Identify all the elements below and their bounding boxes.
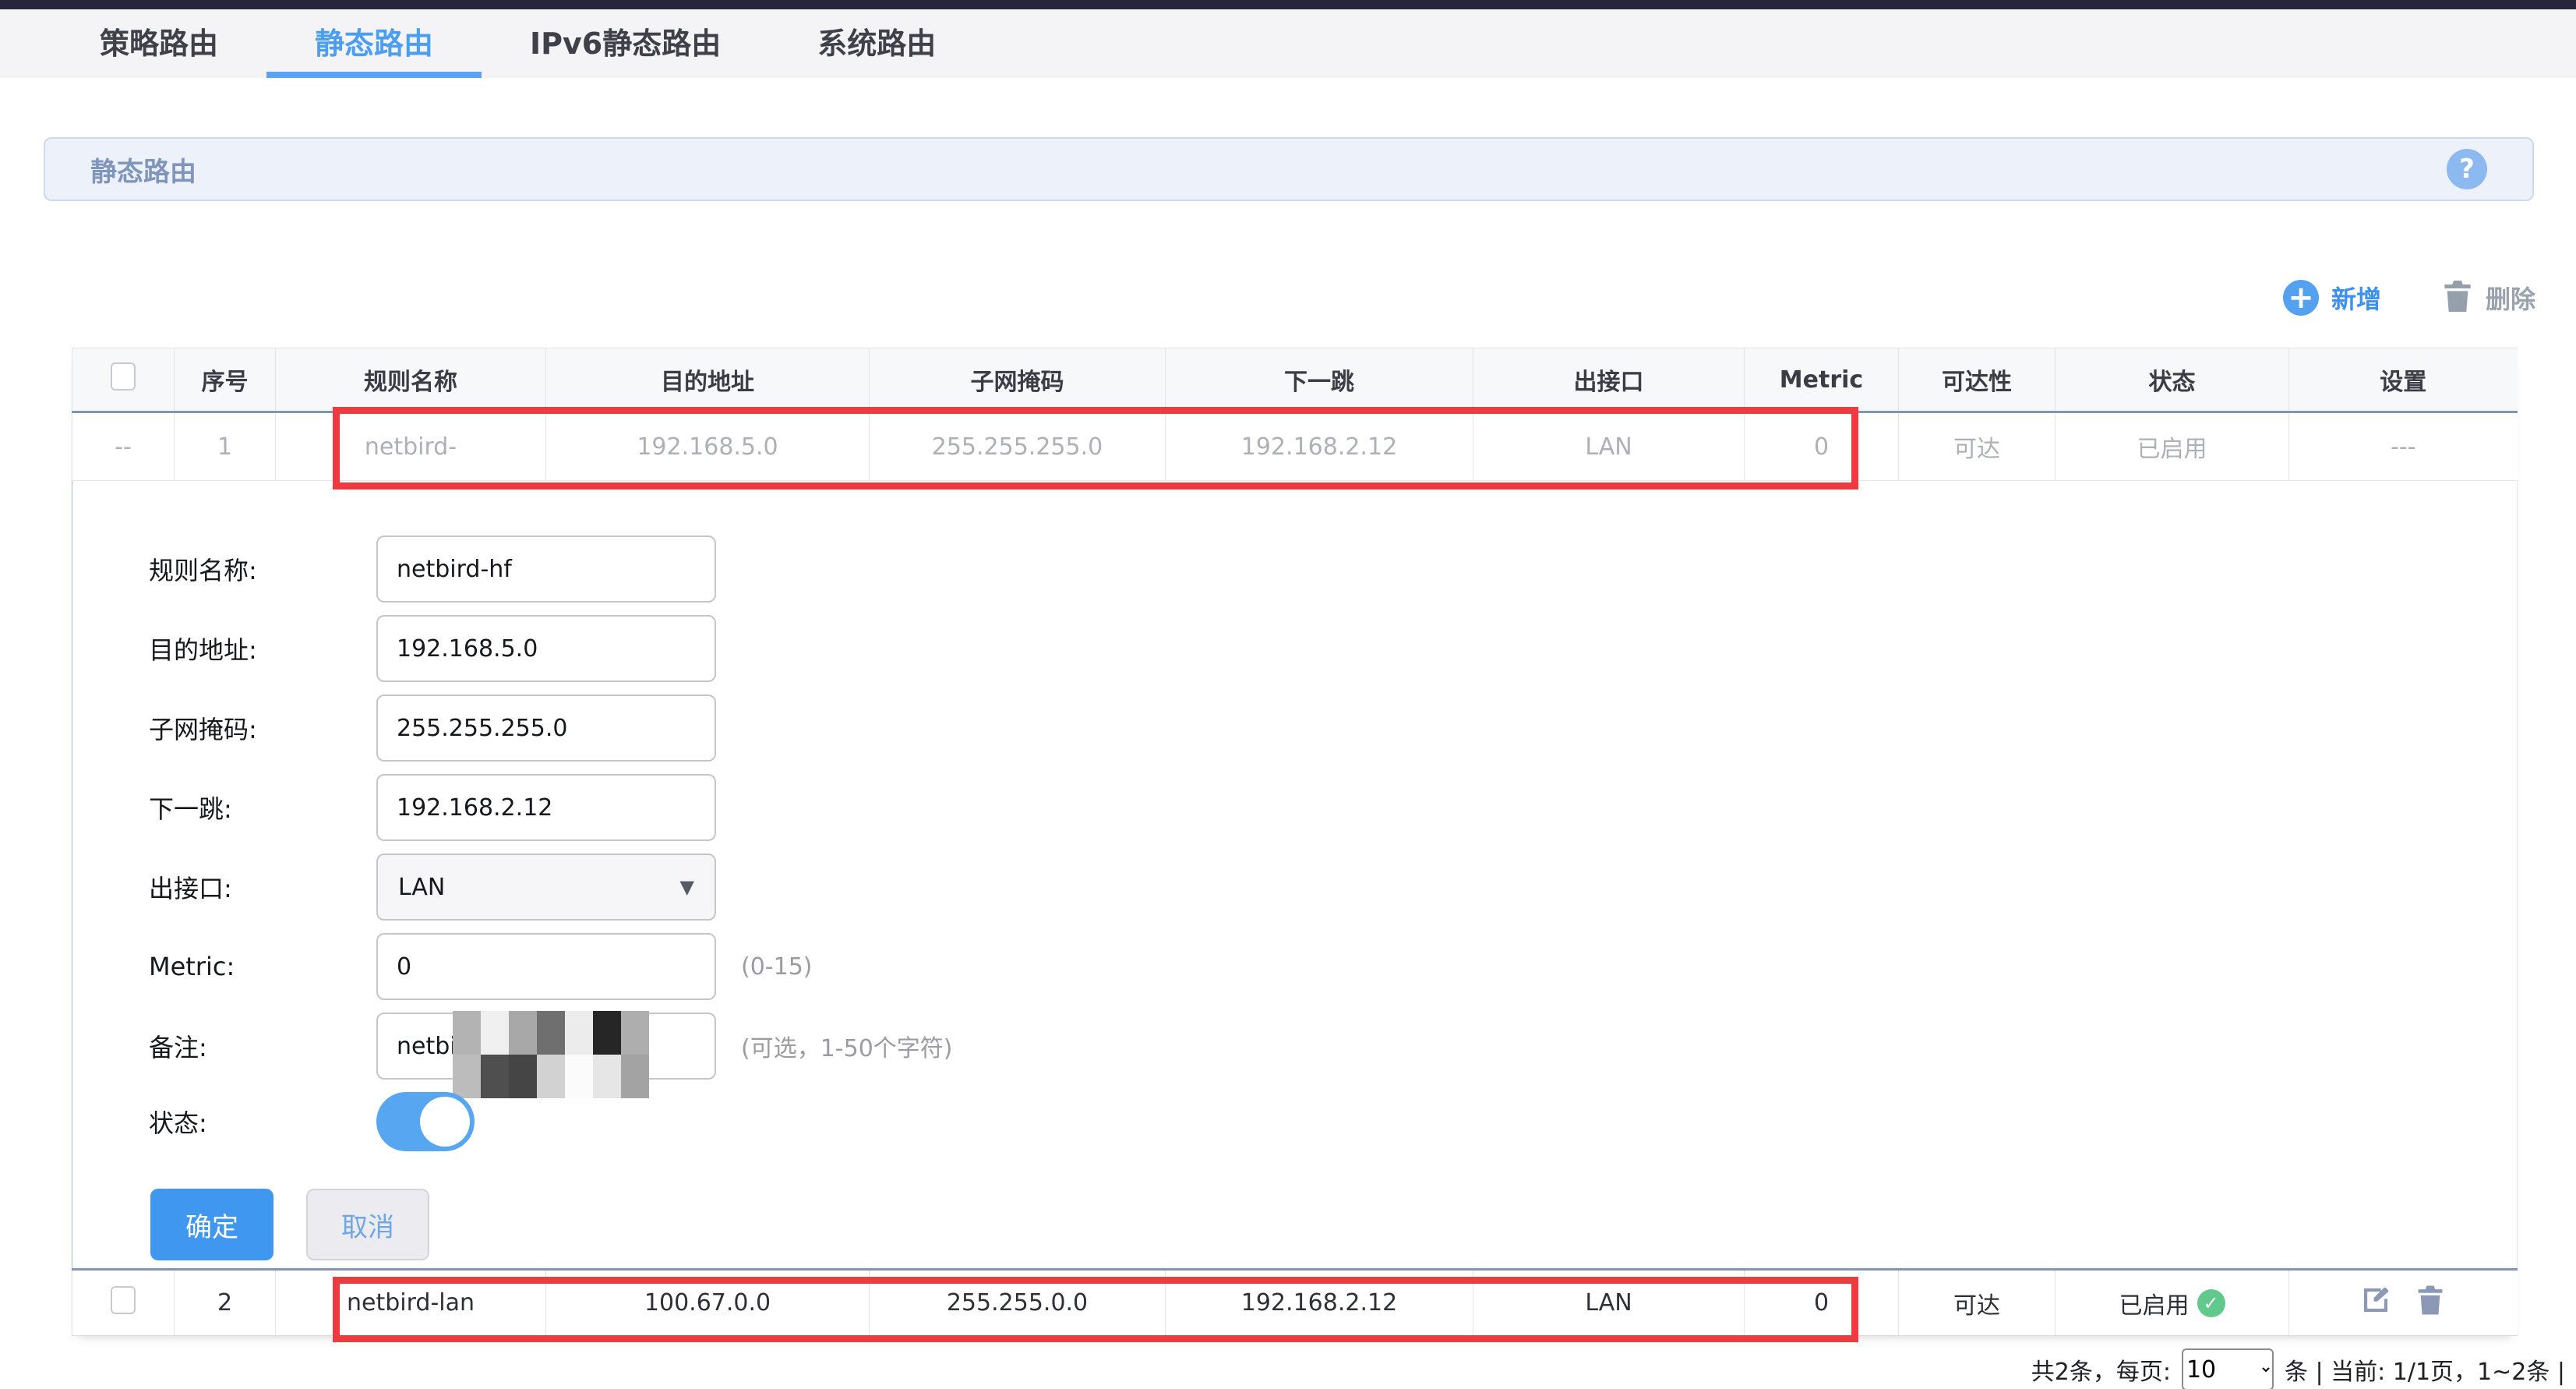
tab-ipv6-static-route[interactable]: IPv6静态路由: [482, 9, 769, 78]
row1-reachability: 可达: [1899, 412, 2056, 481]
trash-icon: [2442, 279, 2473, 316]
interface-select-value: LAN: [398, 874, 445, 901]
rule-name-input[interactable]: [376, 535, 716, 603]
plus-icon: +: [2283, 280, 2319, 316]
tab-static-route[interactable]: 静态路由: [266, 9, 482, 78]
destination-input[interactable]: [376, 615, 716, 682]
chevron-down-icon: ▼: [680, 876, 694, 898]
rule-name-label: 规则名称:: [149, 551, 376, 587]
row1-settings: ---: [2289, 412, 2518, 481]
annotation-rect-row1: [333, 407, 1858, 490]
table-toolbar: + 新增 删除: [0, 276, 2535, 320]
delete-button[interactable]: 删除: [2442, 279, 2535, 316]
interface-label: 出接口:: [149, 869, 376, 905]
col-header-index: 序号: [175, 348, 276, 412]
status-label: 状态:: [149, 1104, 376, 1140]
row1-index: 1: [175, 412, 276, 481]
tab-bar: 策略路由 静态路由 IPv6静态路由 系统路由: [0, 9, 2576, 78]
col-header-settings: 设置: [2289, 348, 2518, 412]
subnet-mask-label: 子网掩码:: [149, 710, 376, 746]
delete-button-label: 删除: [2486, 280, 2535, 316]
window-top-bar: [0, 0, 2576, 9]
add-button-label: 新增: [2331, 280, 2381, 316]
remark-hint: (可选，1-50个字符): [741, 1029, 953, 1063]
row1-select-placeholder: --: [72, 412, 175, 481]
col-header-metric: Metric: [1745, 348, 1899, 412]
table-header-row: 序号 规则名称 目的地址 子网掩码 下一跳 出接口 Metric 可达性 状态 …: [72, 348, 2518, 412]
next-hop-label: 下一跳:: [149, 790, 376, 825]
metric-label: Metric:: [149, 952, 376, 981]
row2-status: 已启用: [2119, 1286, 2190, 1320]
status-toggle[interactable]: [376, 1092, 475, 1151]
col-header-interface: 出接口: [1473, 348, 1745, 412]
col-header-status: 状态: [2056, 348, 2289, 412]
metric-input[interactable]: [376, 933, 716, 1000]
col-header-reachability: 可达性: [1899, 348, 2056, 412]
col-header-next-hop: 下一跳: [1166, 348, 1473, 412]
section-header: 静态路由 ?: [44, 137, 2534, 201]
routes-table: 序号 规则名称 目的地址 子网掩码 下一跳 出接口 Metric 可达性 状态 …: [72, 348, 2517, 1336]
tab-system-route[interactable]: 系统路由: [769, 9, 984, 78]
edit-form-row: 规则名称: 目的地址: 子网掩码: 下一跳:: [72, 481, 2518, 1270]
row2-checkbox[interactable]: [111, 1286, 136, 1314]
next-hop-input[interactable]: [376, 774, 716, 841]
annotation-rect-row2: [333, 1277, 1858, 1342]
delete-row-icon[interactable]: [2415, 1285, 2446, 1316]
edit-form: 规则名称: 目的地址: 子网掩码: 下一跳:: [72, 481, 2517, 1268]
enabled-check-icon: ✓: [2197, 1289, 2225, 1317]
destination-label: 目的地址:: [149, 631, 376, 666]
metric-hint: (0-15): [741, 953, 813, 981]
help-icon[interactable]: ?: [2447, 149, 2487, 189]
pagination-total-text: 共2条，每页:: [2031, 1352, 2171, 1387]
subnet-mask-input[interactable]: [376, 694, 716, 762]
remark-label: 备注:: [149, 1028, 376, 1064]
add-button[interactable]: + 新增: [2283, 280, 2381, 316]
confirm-button[interactable]: 确定: [150, 1189, 273, 1260]
col-header-subnet-mask: 子网掩码: [870, 348, 1166, 412]
cancel-button[interactable]: 取消: [306, 1189, 429, 1260]
edit-icon[interactable]: [2360, 1285, 2391, 1316]
toggle-knob: [420, 1097, 470, 1147]
interface-select[interactable]: LAN ▼: [376, 854, 716, 921]
redaction-mosaic: [453, 1011, 649, 1098]
pagination-current-text: 条 | 当前: 1/1页，1~2条 |: [2285, 1352, 2565, 1387]
per-page-select[interactable]: 10: [2182, 1348, 2274, 1389]
col-header-destination: 目的地址: [546, 348, 870, 412]
row2-index: 2: [175, 1270, 276, 1336]
pagination: 共2条，每页: 10 条 | 当前: 1/1页，1~2条 |: [0, 1348, 2576, 1389]
tab-policy-route[interactable]: 策略路由: [51, 9, 266, 78]
col-header-rule-name: 规则名称: [276, 348, 546, 412]
row2-reachability: 可达: [1899, 1270, 2056, 1336]
section-title: 静态路由: [90, 150, 196, 189]
row1-status: 已启用: [2056, 412, 2289, 481]
select-all-checkbox[interactable]: [111, 362, 136, 391]
